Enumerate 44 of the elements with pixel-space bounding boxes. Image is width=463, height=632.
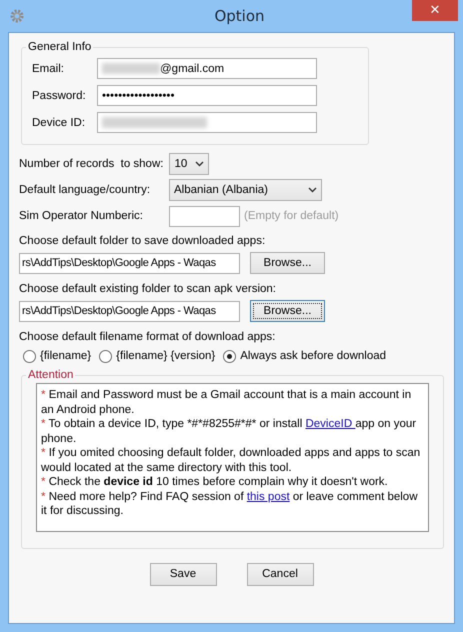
field-label: Email: — [32, 62, 65, 74]
note-text: * Need more help? Find FAQ session of this post or leave comment below it for discussing. — [41, 490, 419, 518]
path-field[interactable]: rs\AddTips\Desktop\Google Apps - Waqas — [19, 300, 240, 322]
records-dropdown[interactable]: 10 — [169, 153, 210, 175]
chevron-down-icon — [195, 161, 204, 167]
input-field[interactable]: •••••••••••••••••• — [97, 85, 317, 106]
field-label: Choose default existing folder to scan apk version: — [19, 282, 277, 297]
input-field[interactable]: @gmail.com — [97, 58, 317, 79]
radio-button[interactable] — [99, 350, 112, 362]
radio-label[interactable]: {filename} {version} — [116, 350, 216, 362]
radio-label[interactable]: Always ask before download — [240, 350, 386, 362]
redaction-blur-icon — [102, 63, 160, 74]
field-label: Number of records to show: — [19, 158, 164, 170]
field-label: Default language/country: — [19, 184, 152, 196]
path-field[interactable]: rs\AddTips\Desktop\Google Apps - Waqas — [19, 252, 240, 274]
chevron-down-icon — [308, 187, 317, 193]
language-dropdown[interactable]: Albanian (Albania) — [169, 179, 322, 201]
hint-text: (Empty for default) — [244, 210, 339, 222]
input-field[interactable] — [169, 206, 240, 226]
note-text: * Check the device id 10 times before complain why it doesn't work. — [41, 475, 389, 490]
save-button[interactable]: Save — [150, 562, 216, 586]
note-text: * To obtain a device ID, type *#*#8255#*#* or install DeviceID app on your phone. — [41, 417, 418, 446]
input-field[interactable] — [97, 112, 317, 133]
group-title: Attention — [27, 369, 74, 381]
group-title: General Info — [27, 41, 92, 53]
browse-button[interactable]: Browse... — [250, 252, 325, 274]
window-title: Option — [214, 7, 265, 25]
close-button[interactable]: ✕ — [412, 0, 458, 21]
radio-button[interactable] — [23, 350, 36, 362]
note-text: * If you omited choosing default folder, downloaded apps and apps to scan would located at the same directory with this tool. — [41, 446, 422, 475]
browse-button[interactable]: Browse... — [250, 300, 325, 322]
gear-icon — [10, 9, 24, 23]
redaction-blur-icon — [102, 117, 207, 128]
radio-label[interactable]: {filename} — [40, 350, 92, 362]
cancel-button[interactable]: Cancel — [246, 562, 314, 586]
link[interactable]: this post — [246, 490, 290, 502]
link[interactable]: DeviceID — [305, 418, 356, 430]
field-label: Choose default filename format of download apps: — [19, 330, 276, 345]
radio-button[interactable] — [223, 350, 236, 362]
field-label: Sim Operator Numberic: — [19, 210, 144, 222]
field-label: Password: — [32, 90, 87, 102]
field-label: Device ID: — [32, 116, 86, 128]
note-text: * Email and Password must be a Gmail account that is a main account in an Android phone. — [41, 388, 412, 417]
field-label: Choose default folder to save downloaded apps: — [19, 234, 266, 249]
